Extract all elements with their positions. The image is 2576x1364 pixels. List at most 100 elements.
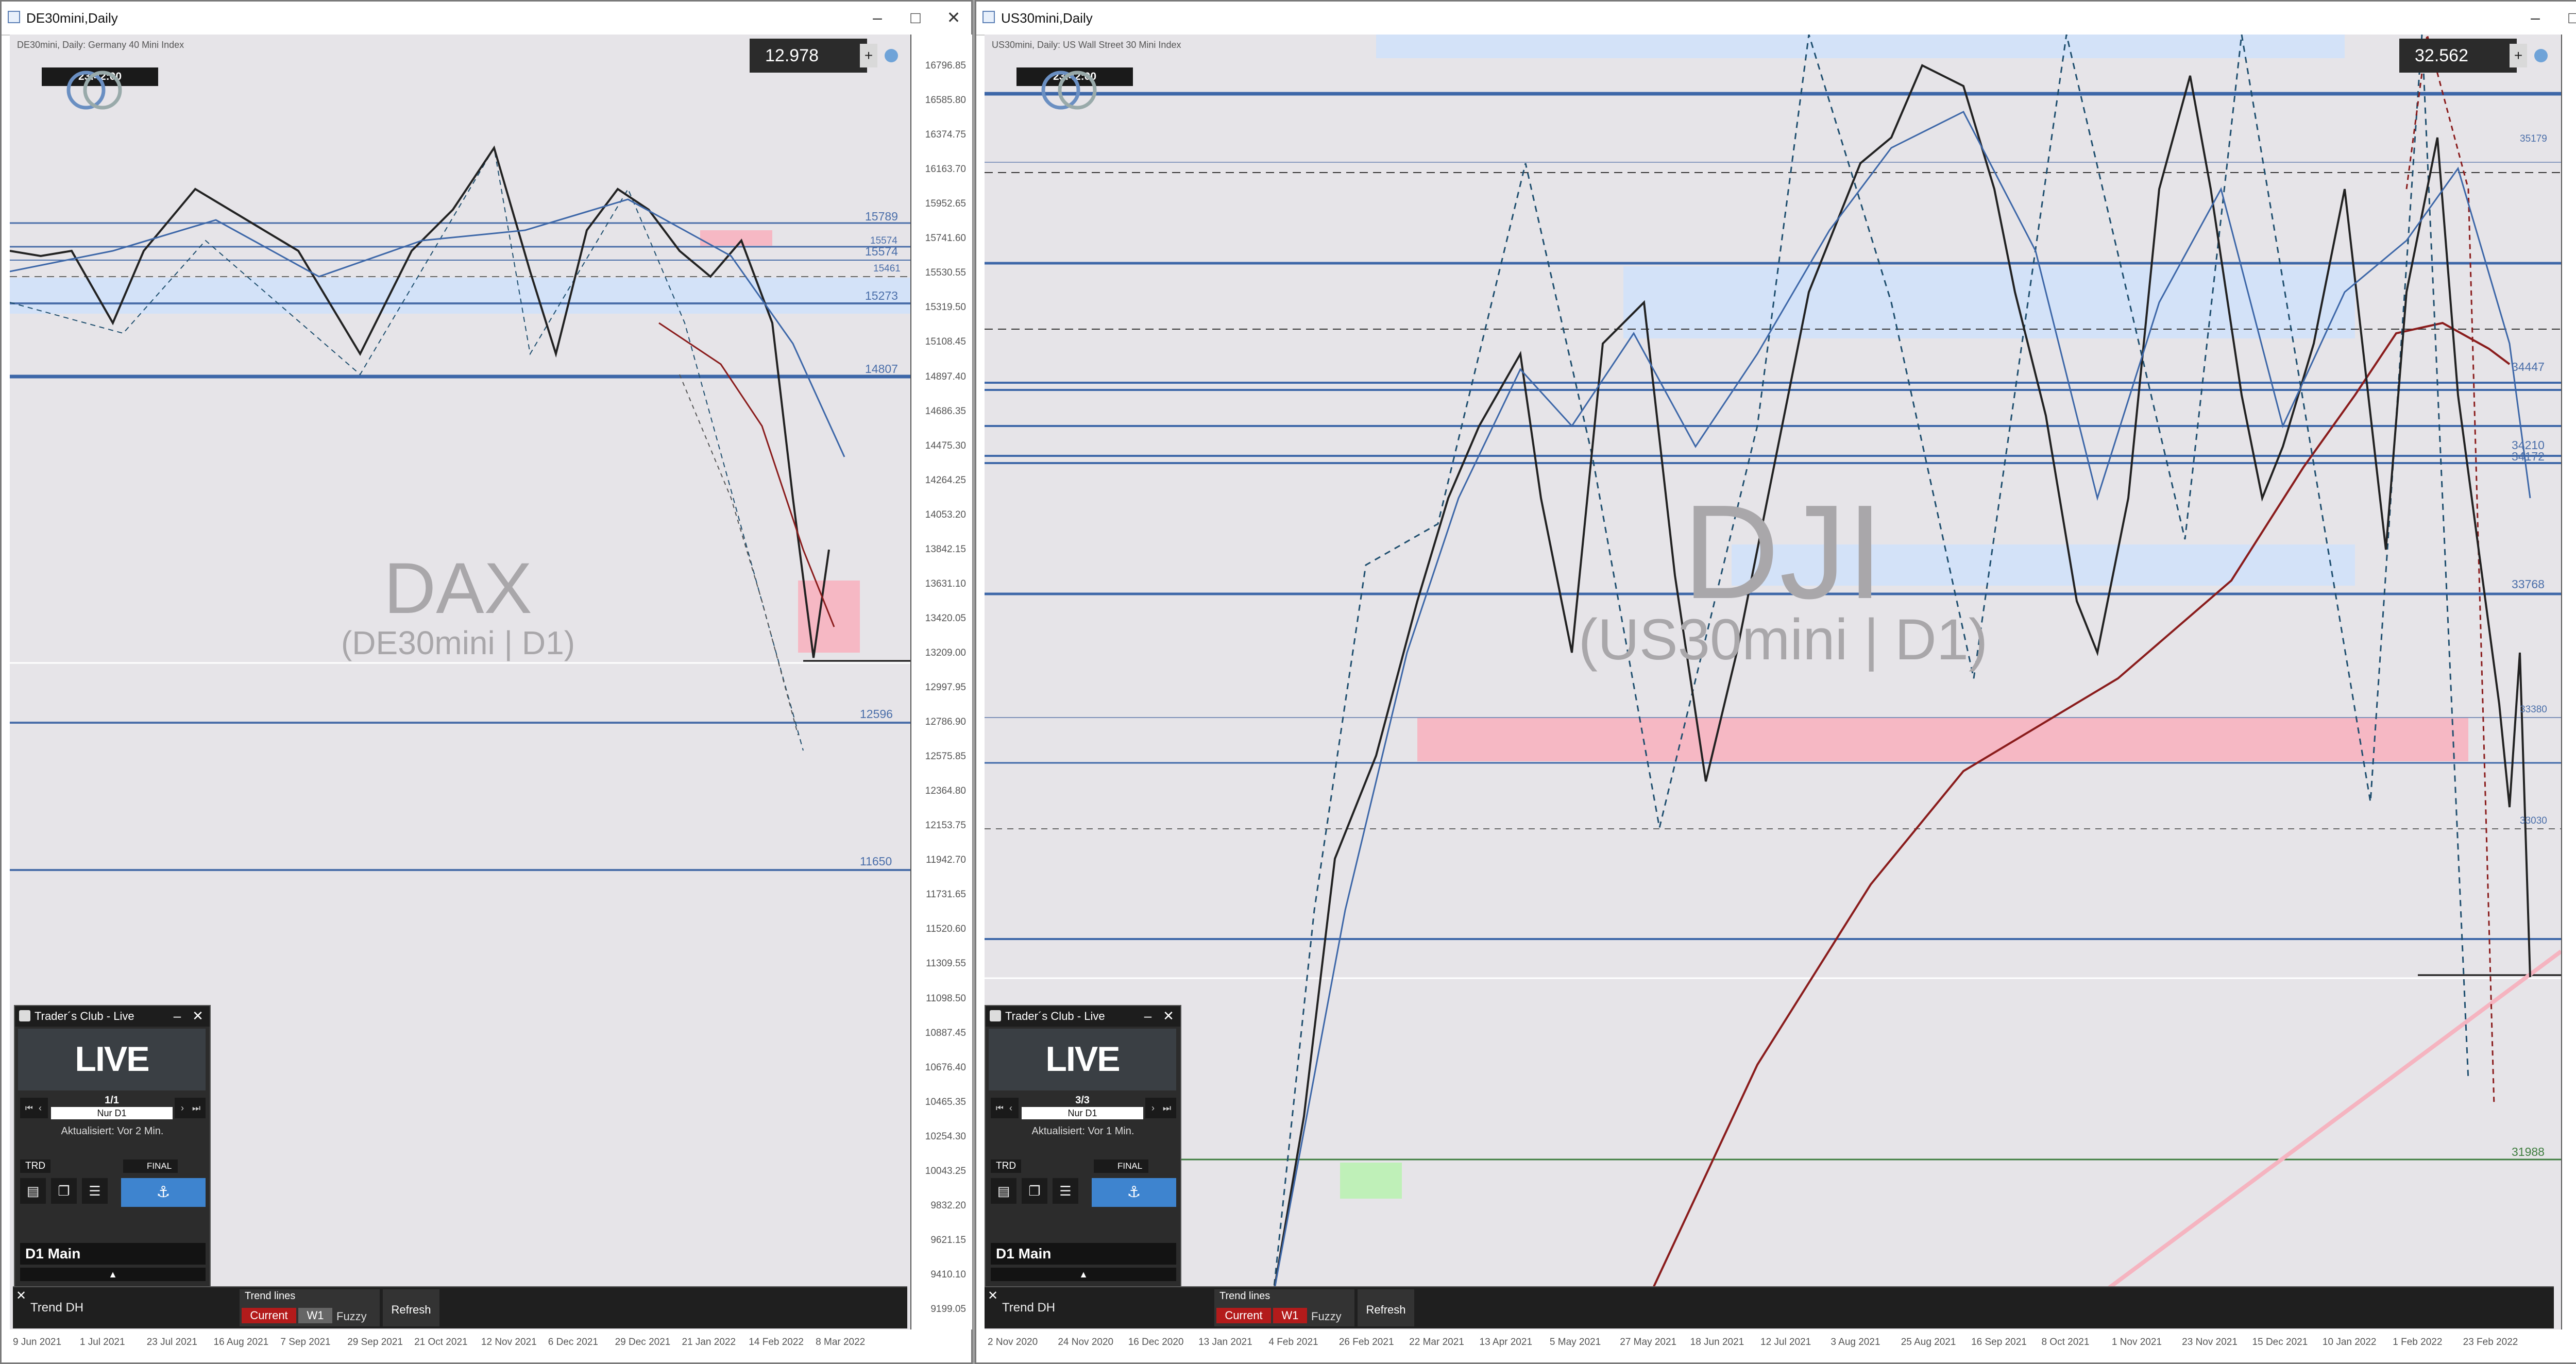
- price-tick-label: 13420.05: [925, 612, 966, 624]
- signal-navigator[interactable]: ⏮ ‹ 1/1 Nur D1 › ⏭: [20, 1094, 206, 1122]
- panel-minimize-button[interactable]: –: [170, 1008, 185, 1024]
- price-tick-label: 11520.60: [926, 924, 966, 935]
- updated-status: Aktualisiert: Vor 2 Min.: [61, 1126, 164, 1137]
- date-tick-label: 13 Jan 2021: [1198, 1337, 1252, 1348]
- spread-price-box[interactable]: 12.978 +: [750, 39, 898, 73]
- date-tick-label: 21 Jan 2022: [682, 1337, 736, 1348]
- panel-title: Trader´s Club - Live: [1005, 1010, 1105, 1022]
- maximize-button[interactable]: □: [2558, 6, 2576, 29]
- date-tick-label: 1 Nov 2021: [2111, 1337, 2162, 1348]
- price-tick-label: 12153.75: [925, 820, 966, 831]
- price-tick-label: 12364.80: [925, 786, 966, 797]
- prev-button[interactable]: ‹: [32, 1098, 48, 1118]
- windows-icon[interactable]: ❐: [51, 1178, 77, 1204]
- current-button[interactable]: Current: [1216, 1308, 1271, 1323]
- refresh-button[interactable]: Refresh: [1358, 1289, 1414, 1326]
- price-tick-label: 14053.20: [925, 509, 966, 520]
- last-button[interactable]: ⏭: [187, 1098, 206, 1118]
- price-tick-label: 10465.35: [925, 1096, 966, 1107]
- prev-button[interactable]: ‹: [1003, 1098, 1019, 1118]
- price-tick-label: 13842.15: [925, 543, 966, 555]
- level-label: 12596: [860, 707, 893, 721]
- panel-header[interactable]: Trader´s Club - Live – ✕: [15, 1006, 210, 1027]
- document-icon[interactable]: ▤: [991, 1178, 1016, 1204]
- fuzzy-button[interactable]: Fuzzy: [336, 1310, 367, 1323]
- maximize-button[interactable]: □: [900, 6, 931, 29]
- signal-count: 1/1: [105, 1095, 119, 1106]
- date-tick-label: 6 Dec 2021: [548, 1337, 598, 1348]
- panel-close-button[interactable]: ✕: [190, 1008, 206, 1024]
- date-tick-label: 8 Mar 2022: [816, 1337, 866, 1348]
- updated-status: Aktualisiert: Vor 1 Min.: [1031, 1126, 1134, 1137]
- price-chart-area[interactable]: 23:42:00 DE30mini, Daily: Germany 40 Min…: [10, 35, 910, 1329]
- mode-select[interactable]: Nur D1: [1022, 1107, 1143, 1119]
- spread-price-box[interactable]: 32.562 +: [2399, 39, 2548, 73]
- spread-price-value: 32.562: [2415, 46, 2468, 65]
- price-tick-label: 16585.80: [925, 95, 966, 106]
- panel-close-button[interactable]: ✕: [1161, 1008, 1176, 1024]
- fuzzy-button[interactable]: Fuzzy: [1311, 1310, 1342, 1323]
- anchor-button[interactable]: ⚓: [1092, 1178, 1176, 1207]
- final-label: FINAL: [123, 1160, 178, 1173]
- live-banner: LIVE: [989, 1029, 1176, 1090]
- panel-header[interactable]: Trader´s Club - Live – ✕: [986, 1006, 1180, 1027]
- template-name: D1 Main: [20, 1243, 206, 1265]
- add-button[interactable]: +: [2510, 44, 2527, 67]
- window-title: US30mini,Daily: [1001, 10, 1093, 26]
- window-title: DE30mini,Daily: [26, 10, 118, 26]
- price-tick-label: 10676.40: [925, 1062, 966, 1073]
- price-scale[interactable]: 35423.0035320.0035216.0035113.0035009.00…: [2561, 35, 2576, 1329]
- toolbar-close-icon[interactable]: ✕: [16, 1288, 26, 1303]
- price-tick-label: 15530.55: [925, 267, 966, 279]
- database-icon[interactable]: ☰: [1053, 1178, 1078, 1204]
- document-icon[interactable]: ▤: [20, 1178, 46, 1204]
- add-button[interactable]: +: [860, 44, 877, 67]
- price-tick-label: 12575.85: [925, 751, 966, 762]
- price-tick-label: 12786.90: [925, 717, 966, 728]
- windows-icon[interactable]: ❐: [1022, 1178, 1047, 1204]
- signal-navigator[interactable]: ⏮ ‹ 3/3 Nur D1 › ⏭: [991, 1094, 1176, 1122]
- symbol-watermark: DJI (US30mini | D1): [1510, 485, 2056, 673]
- time-axis[interactable]: 2 Nov 2020 24 Nov 2020 16 Dec 2020 13 Jan 2…: [985, 1329, 2576, 1358]
- close-button[interactable]: ✕: [938, 6, 969, 29]
- price-tick-label: 11098.50: [926, 993, 966, 1004]
- refresh-button[interactable]: Refresh: [383, 1289, 439, 1326]
- chart-window-dax[interactable]: DE30mini,Daily – □ ✕ 23:42:00 DE30mini, …: [0, 0, 973, 1364]
- date-tick-label: 27 May 2021: [1620, 1337, 1677, 1348]
- window-titlebar[interactable]: US30mini,Daily – □ ✕: [976, 2, 2576, 36]
- level-label: 33030: [2520, 815, 2547, 826]
- date-tick-label: 23 Jul 2021: [146, 1337, 197, 1348]
- mode-select[interactable]: Nur D1: [51, 1107, 173, 1119]
- sync-icon[interactable]: [885, 49, 898, 62]
- time-axis[interactable]: 9 Jun 2021 1 Jul 2021 23 Jul 2021 16 Aug 20…: [10, 1329, 971, 1358]
- expand-toggle[interactable]: ▲: [20, 1268, 206, 1281]
- minimize-button[interactable]: –: [862, 6, 893, 29]
- traders-club-panel[interactable]: Trader´s Club - Live – ✕ LIVE ⏮ ‹ 3/3 Nu…: [985, 1005, 1181, 1290]
- date-tick-label: 12 Jul 2021: [1760, 1337, 1811, 1348]
- date-tick-label: 3 Aug 2021: [1831, 1337, 1880, 1348]
- chart-subtitle: DE30mini, Daily: Germany 40 Mini Index: [17, 40, 184, 50]
- minimize-button[interactable]: –: [2520, 6, 2551, 29]
- panel-minimize-button[interactable]: –: [1140, 1008, 1156, 1024]
- traders-club-panel[interactable]: Trader´s Club - Live – ✕ LIVE ⏮ ‹ 1/1 Nu…: [14, 1005, 211, 1290]
- w1-button[interactable]: W1: [1273, 1308, 1307, 1323]
- price-scale[interactable]: 16796.85 16585.80 16374.75 16163.70 15952.65…: [910, 35, 972, 1329]
- current-button[interactable]: Current: [242, 1308, 296, 1323]
- level-label: 15461: [873, 263, 901, 274]
- sync-icon[interactable]: [2534, 49, 2548, 62]
- anchor-button[interactable]: ⚓: [121, 1178, 206, 1207]
- date-tick-label: 23 Feb 2022: [2463, 1337, 2518, 1348]
- window-titlebar[interactable]: DE30mini,Daily – □ ✕: [2, 2, 971, 36]
- chart-window-icon: [982, 11, 995, 23]
- database-icon[interactable]: ☰: [82, 1178, 108, 1204]
- date-tick-label: 9 Jun 2021: [13, 1337, 62, 1348]
- price-tick-label: 14897.40: [925, 371, 966, 382]
- toolbar-close-icon[interactable]: ✕: [988, 1288, 998, 1303]
- last-button[interactable]: ⏭: [1158, 1098, 1176, 1118]
- date-tick-label: 2 Nov 2020: [988, 1337, 1038, 1348]
- date-tick-label: 18 Jun 2021: [1690, 1337, 1744, 1348]
- w1-button[interactable]: W1: [298, 1308, 332, 1323]
- expand-toggle[interactable]: ▲: [991, 1268, 1176, 1281]
- price-chart-area[interactable]: 23:42:00 US30mini, Daily: US Wall Street…: [985, 35, 2561, 1329]
- chart-window-dji[interactable]: US30mini,Daily – □ ✕: [975, 0, 2576, 1364]
